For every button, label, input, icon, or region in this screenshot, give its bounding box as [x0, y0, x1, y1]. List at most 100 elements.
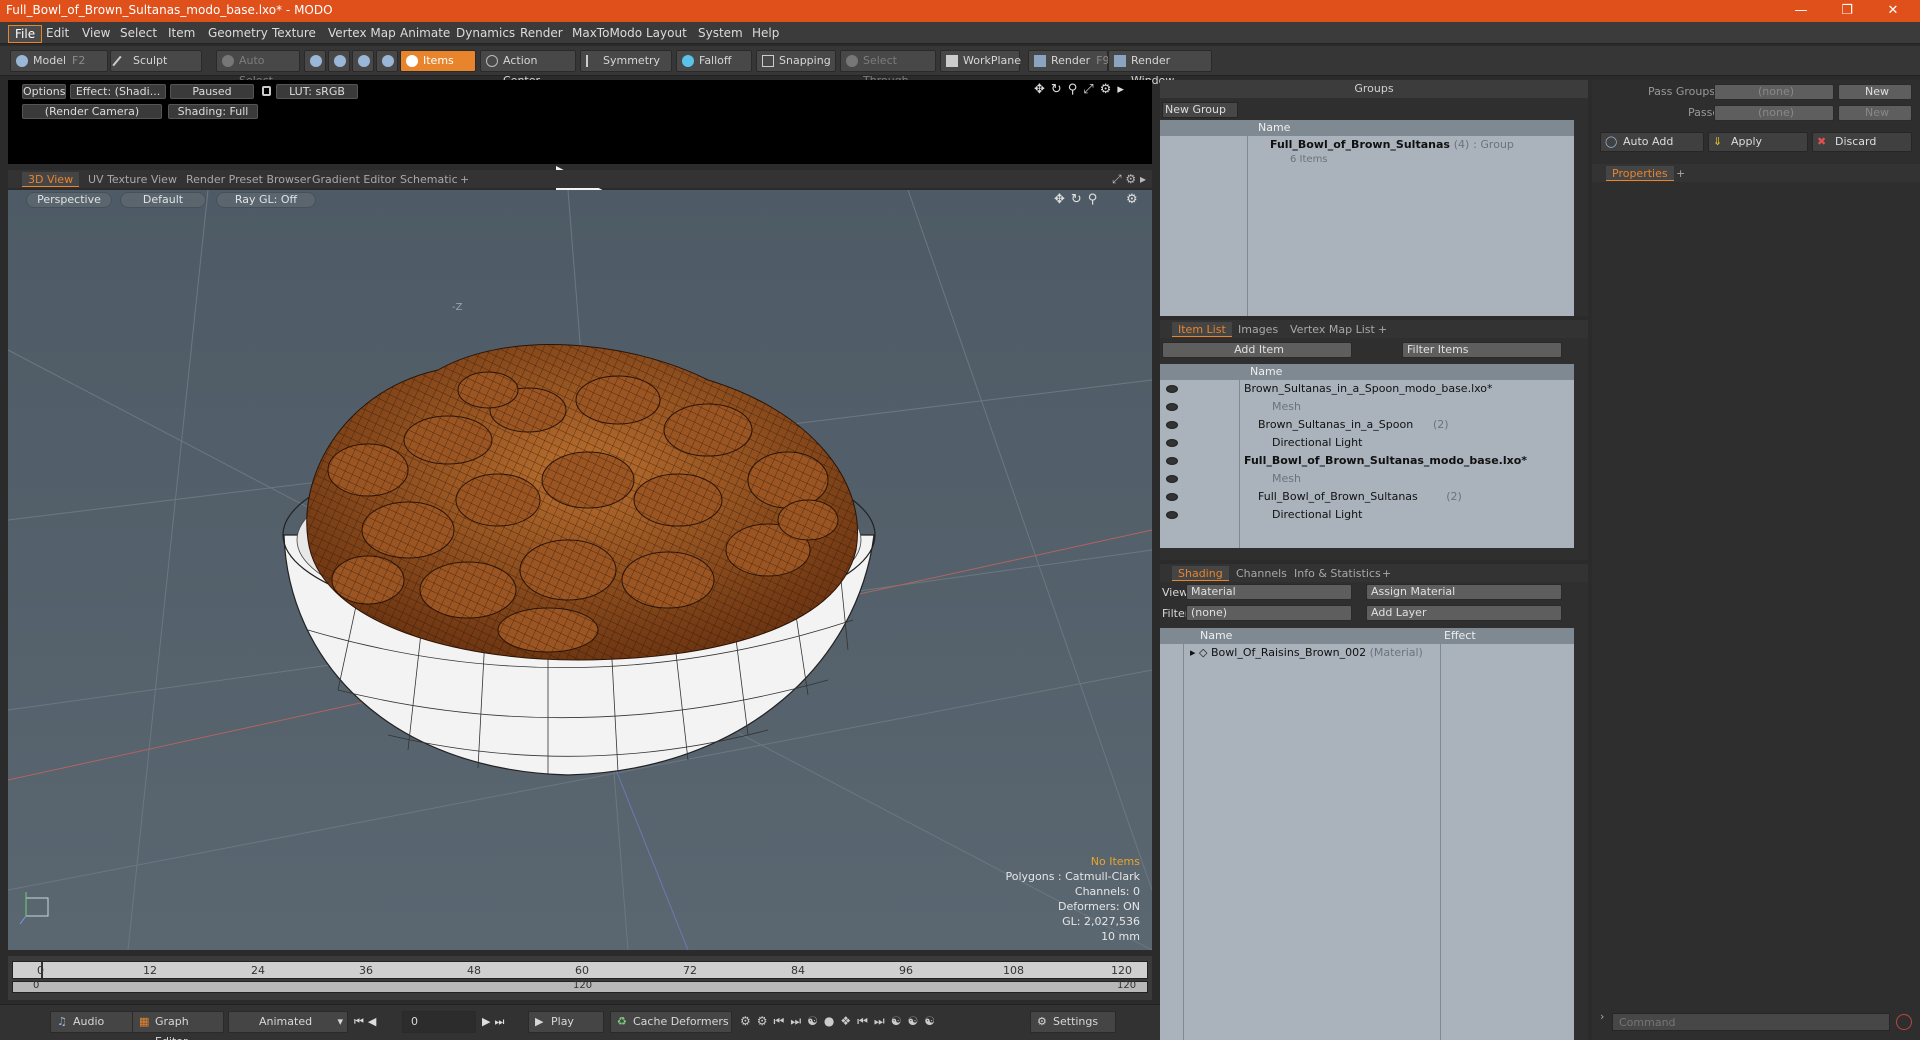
menu-item[interactable]: Item	[162, 25, 201, 41]
menu-system[interactable]: System	[692, 25, 749, 41]
add-layer-dropdown[interactable]: Add Layer	[1366, 605, 1562, 621]
minimize-button[interactable]: —	[1778, 0, 1824, 22]
tree-row[interactable]: Mesh	[1160, 470, 1574, 488]
preview-camera-dropdown[interactable]: (Render Camera)	[22, 104, 162, 119]
menu-help[interactable]: Help	[746, 25, 785, 41]
group-item[interactable]: Full_Bowl_of_Brown_Sultanas (4) : Group	[1270, 136, 1514, 154]
menu-texture[interactable]: Texture	[266, 25, 322, 41]
menu-edit[interactable]: Edit	[40, 25, 75, 41]
render-button[interactable]: Render F9	[1028, 50, 1110, 72]
workplane-button[interactable]: WorkPlane	[940, 50, 1021, 72]
tab-info-statistics[interactable]: Info & Statistics	[1288, 566, 1387, 581]
preview-effect-dropdown[interactable]: Effect: (Shadi...	[70, 84, 166, 99]
add-tab-button[interactable]: +	[1670, 166, 1691, 181]
new-group-button[interactable]: New Group	[1162, 102, 1238, 118]
preview-view-icons[interactable]: ✥↻⚲⤢⚙▸	[1034, 82, 1130, 97]
view-dropdown[interactable]: Material	[1186, 584, 1352, 600]
tree-row[interactable]: Directional Light	[1160, 434, 1574, 452]
lock-icon[interactable]	[262, 86, 271, 96]
key-tools-icons[interactable]: ⚙⚙⏮⏭☯●❖⏮⏭☯☯☯	[740, 1014, 941, 1029]
menu-animate[interactable]: Animate	[394, 25, 456, 41]
add-tab-button[interactable]: +	[1376, 566, 1397, 581]
tree-row[interactable]: Mesh	[1160, 398, 1574, 416]
audio-button[interactable]: ♫ Audio	[50, 1011, 134, 1033]
settings-button[interactable]: ⚙ Settings	[1030, 1011, 1116, 1033]
tab-uv-texture-view[interactable]: UV Texture View	[82, 172, 183, 187]
animated-dropdown[interactable]: Animated ▾	[228, 1011, 348, 1033]
menu-geometry[interactable]: Geometry	[202, 25, 274, 41]
menu-vertex-map[interactable]: Vertex Map	[322, 25, 402, 41]
eye-icon[interactable]	[1166, 475, 1178, 483]
timeline[interactable]: 0 12 24 36 48 60 72 84 96 108 120 0 120 …	[8, 956, 1152, 1000]
preview-shading-dropdown[interactable]: Shading: Full	[168, 104, 258, 119]
add-tab-button[interactable]: +	[454, 172, 475, 187]
tree-row[interactable]: Directional Light	[1160, 506, 1574, 524]
new-pass-group-button[interactable]: New	[1838, 84, 1912, 100]
tab-item-list[interactable]: Item List	[1172, 322, 1232, 337]
menu-view[interactable]: View	[76, 25, 116, 41]
sculpt-mode-button[interactable]: Sculpt	[110, 50, 202, 72]
restore-button[interactable]: ❐	[1824, 0, 1870, 22]
menu-maxtomodo[interactable]: MaxToModo	[566, 25, 648, 41]
tab-channels[interactable]: Channels	[1230, 566, 1293, 581]
playhead[interactable]	[41, 962, 43, 978]
vertices-mode-button[interactable]	[304, 50, 326, 72]
menu-layout[interactable]: Layout	[640, 25, 693, 41]
add-tab-button[interactable]: +	[1372, 322, 1393, 337]
tab-images[interactable]: Images	[1232, 322, 1284, 337]
tree-row[interactable]: Brown_Sultanas_in_a_Spoon (2)	[1160, 416, 1574, 434]
eye-icon[interactable]	[1166, 439, 1178, 447]
add-item-dropdown[interactable]: Add Item	[1162, 342, 1352, 358]
3d-viewport[interactable]: Perspective Default Ray GL: Off ✥↻⚲ ⚙ -Z	[8, 190, 1152, 950]
tab-shading[interactable]: Shading	[1172, 566, 1229, 581]
material-row[interactable]: ▸ ◇ Bowl_Of_Raisins_Brown_002 (Material)	[1190, 644, 1423, 662]
preview-paused-button[interactable]: Paused	[170, 84, 254, 99]
model-mode-button[interactable]: Model F2	[10, 50, 108, 72]
auto-select-button[interactable]: Auto Select	[216, 50, 300, 87]
frame-field[interactable]: 0	[402, 1011, 476, 1033]
eye-icon[interactable]	[1166, 511, 1178, 519]
step-back-buttons[interactable]: ⏮◀	[354, 1015, 380, 1029]
passes-dropdown[interactable]: (none)	[1714, 105, 1834, 121]
filter-items-input[interactable]: Filter Items	[1402, 342, 1562, 358]
tree-row[interactable]: Full_Bowl_of_Brown_Sultanas_modo_base.lx…	[1160, 452, 1574, 470]
tab-properties[interactable]: Properties	[1606, 166, 1674, 181]
apply-button[interactable]: ⇓ Apply	[1708, 132, 1808, 152]
menu-render[interactable]: Render	[514, 25, 569, 41]
select-through-button[interactable]: Select Through	[840, 50, 936, 87]
step-forward-buttons[interactable]: ▶⏭	[482, 1015, 508, 1029]
menu-file[interactable]: File	[8, 25, 43, 43]
menu-select[interactable]: Select	[114, 25, 163, 41]
pass-groups-dropdown[interactable]: (none)	[1714, 84, 1834, 100]
tab-3d-view[interactable]: 3D View	[22, 172, 80, 187]
command-input[interactable]	[1612, 1013, 1890, 1031]
auto-add-button[interactable]: ◯ Auto Add	[1600, 132, 1704, 152]
cache-deformers-button[interactable]: ♻ Cache Deformers	[610, 1011, 732, 1033]
tree-row[interactable]: Full_Bowl_of_Brown_Sultanas (2)	[1160, 488, 1574, 506]
polygons-mode-button[interactable]	[352, 50, 374, 72]
symmetry-button[interactable]: Symmetry	[580, 50, 672, 72]
preview-options-button[interactable]: Options	[22, 84, 66, 99]
close-button[interactable]: ✕	[1870, 0, 1916, 22]
new-pass-button[interactable]: New	[1838, 105, 1912, 121]
falloff-button[interactable]: Falloff	[676, 50, 752, 72]
assign-material-dropdown[interactable]: Assign Material	[1366, 584, 1562, 600]
filter-dropdown[interactable]: (none)	[1186, 605, 1352, 621]
tree-row[interactable]: Brown_Sultanas_in_a_Spoon_modo_base.lxo*	[1160, 380, 1574, 398]
graph-editor-button[interactable]: ▦Graph Editor	[132, 1011, 224, 1040]
items-mode-button[interactable]: Items	[400, 50, 476, 72]
discard-button[interactable]: ✖ Discard	[1812, 132, 1912, 152]
tab-options-icon[interactable]: ⤢ ⚙ ▸	[1112, 172, 1146, 187]
eye-icon[interactable]	[1166, 403, 1178, 411]
record-icon[interactable]	[1896, 1014, 1912, 1030]
snapping-button[interactable]: Snapping	[756, 50, 836, 72]
timeline-range[interactable]: 0 120 120	[12, 980, 1148, 993]
action-center-button[interactable]: Action Center	[480, 50, 576, 87]
eye-icon[interactable]	[1166, 421, 1178, 429]
tab-render-preset-browser[interactable]: Render Preset Browser	[180, 172, 317, 187]
tab-vertex-map-list[interactable]: Vertex Map List	[1284, 322, 1381, 337]
edges-mode-button[interactable]	[328, 50, 350, 72]
materials-mode-button[interactable]	[376, 50, 398, 72]
preview-lut-dropdown[interactable]: LUT: sRGB	[276, 84, 358, 99]
eye-icon[interactable]	[1166, 457, 1178, 465]
